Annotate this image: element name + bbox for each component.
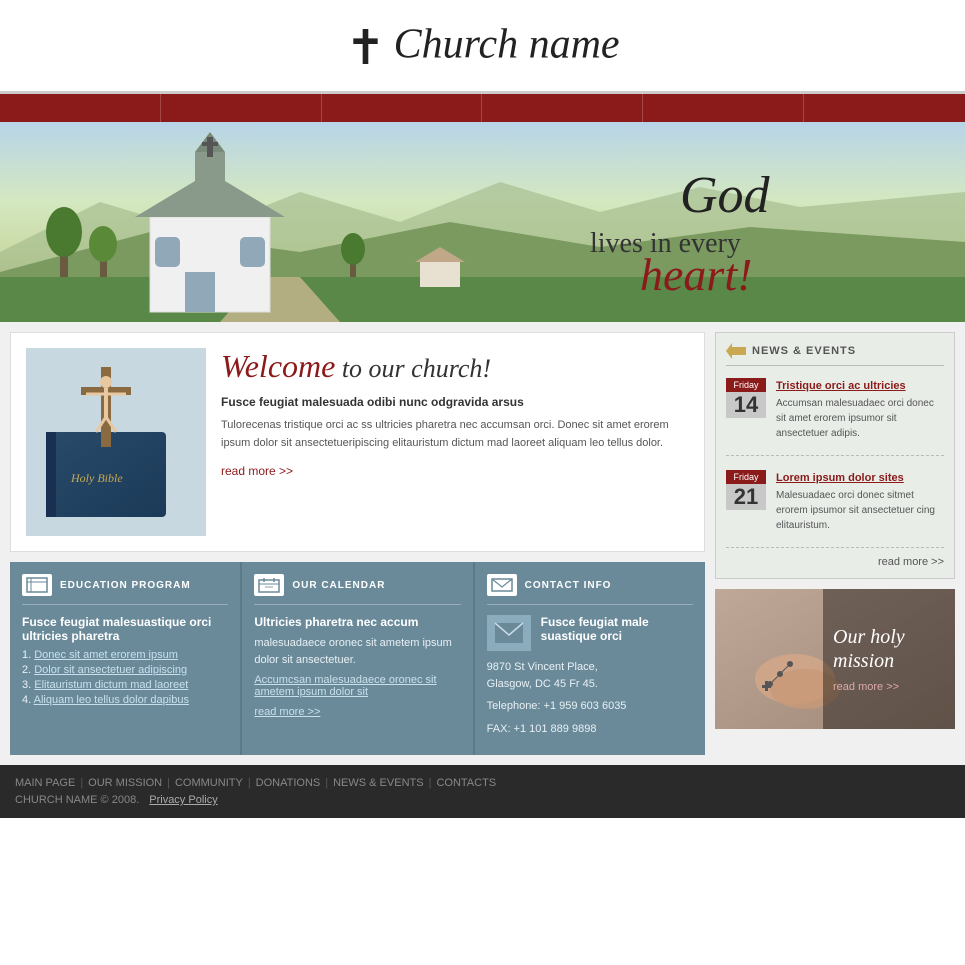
site-name: Church name (394, 22, 620, 68)
mission-read-more[interactable]: read more >> (833, 681, 899, 693)
footer-sep-3: | (248, 777, 251, 789)
calendar-title: OUR CALENDAR (292, 580, 385, 591)
education-icon (22, 574, 52, 596)
news-body-1: Accumsan malesuadaec orci donec sit amet… (776, 396, 944, 441)
contact-content: Fusce feugiat male suastique orci 9870 S… (487, 615, 693, 737)
footer-nav-our-mission[interactable]: OUR MISSION (88, 777, 162, 789)
site-title: ✝Church name (0, 20, 965, 76)
contact-fax: FAX: +1 101 889 9898 (487, 721, 693, 738)
news-day-label-1: Friday (726, 378, 766, 392)
news-date-1: Friday 14 (726, 378, 766, 441)
education-title: EDUCATION PROGRAM (60, 580, 191, 591)
svg-text:heart!: heart! (640, 249, 752, 300)
education-content: Fusce feugiat malesuastique orci ultrici… (22, 615, 228, 706)
news-item-2: Friday 21 Lorem ipsum dolor sites Malesu… (726, 470, 944, 548)
svg-text:Holy Bible: Holy Bible (70, 471, 123, 485)
nav-community[interactable] (322, 94, 483, 122)
mission-box: Our holy mission read more >> (715, 589, 955, 729)
footer-sep-1: | (80, 777, 83, 789)
footer-sep-4: | (325, 777, 328, 789)
cross-icon: ✝ (345, 22, 385, 75)
sidebar: NEWS & EVENTS Friday 14 Tristique orci a… (715, 332, 955, 755)
footer-nav: MAIN PAGE | OUR MISSION | COMMUNITY | DO… (15, 777, 950, 789)
left-content: Holy Bible Welcome to our church! F (10, 332, 705, 755)
nav-main-page[interactable] (0, 94, 161, 122)
welcome-subtitle: Fusce feugiat malesuada odibi nunc odgra… (221, 395, 689, 409)
footer-copyright: CHURCH NAME © 2008. (15, 794, 139, 806)
calendar-heading: Ultricies pharetra nec accum (254, 615, 460, 629)
welcome-read-more[interactable]: read more >> (221, 464, 293, 478)
bible-cross-illustration: Holy Bible (26, 352, 206, 532)
news-day-num-2: 21 (726, 484, 766, 510)
news-day-label-2: Friday (726, 470, 766, 484)
news-icon (726, 343, 746, 359)
main-content: Holy Bible Welcome to our church! F (0, 322, 965, 765)
news-title-1[interactable]: Tristique orci ac ultricies (776, 380, 906, 392)
footer-bottom: CHURCH NAME © 2008. Privacy Policy (15, 794, 950, 806)
calendar-header: OUR CALENDAR (254, 574, 460, 605)
footer-privacy-link[interactable]: Privacy Policy (149, 794, 217, 806)
nav-contacts[interactable] (804, 94, 965, 122)
welcome-section: Holy Bible Welcome to our church! F (10, 332, 705, 552)
nav-donations[interactable] (482, 94, 643, 122)
calendar-link[interactable]: Accumcsan malesuadaece oronec sit ametem… (254, 674, 436, 698)
edu-link-1: 1. Donec sit amet erorem ipsum (22, 649, 228, 661)
hero-illustration: God lives in every heart! (0, 122, 965, 322)
news-date-2: Friday 21 (726, 470, 766, 533)
contact-box: CONTACT INFO Fusce feugiat male suastiqu… (475, 562, 705, 755)
news-events-panel: NEWS & EVENTS Friday 14 Tristique orci a… (715, 332, 955, 579)
news-events-title: NEWS & EVENTS (752, 345, 856, 357)
main-nav (0, 94, 965, 122)
education-box: EDUCATION PROGRAM Fusce feugiat malesuas… (10, 562, 242, 755)
footer-nav-donations[interactable]: DONATIONS (256, 777, 321, 789)
news-body-2: Malesuadaec orci donec sitmet erorem ips… (776, 488, 944, 533)
news-title-2[interactable]: Lorem ipsum dolor sites (776, 472, 904, 484)
mission-title: Our holy mission (833, 625, 905, 673)
footer: MAIN PAGE | OUR MISSION | COMMUNITY | DO… (0, 765, 965, 818)
welcome-highlight: Welcome (221, 348, 335, 384)
calendar-box: OUR CALENDAR Ultricies pharetra nec accu… (242, 562, 474, 755)
footer-sep-5: | (429, 777, 432, 789)
welcome-title: Welcome to our church! (221, 348, 689, 385)
nav-our-mission[interactable] (161, 94, 322, 122)
calendar-content: Ultricies pharetra nec accum malesuadaec… (254, 615, 460, 718)
news-content-2: Lorem ipsum dolor sites Malesuadaec orci… (776, 470, 944, 533)
contact-address: 9870 St Vincent Place, Glasgow, DC 45 Fr… (487, 659, 693, 692)
news-events-header: NEWS & EVENTS (726, 343, 944, 366)
footer-nav-main-page[interactable]: MAIN PAGE (15, 777, 75, 789)
education-heading: Fusce feugiat malesuastique orci ultrici… (22, 615, 228, 643)
calendar-icon (254, 574, 284, 596)
education-links: 1. Donec sit amet erorem ipsum 2. Dolor … (22, 649, 228, 706)
contact-header: CONTACT INFO (487, 574, 693, 605)
edu-link-4: 4. Aliquam leo tellus dolor dapibus (22, 694, 228, 706)
education-header: EDUCATION PROGRAM (22, 574, 228, 605)
welcome-body: Tulorecenas tristique orci ac ss ultrici… (221, 417, 689, 452)
contact-heading: Fusce feugiat male suastique orci (541, 615, 693, 643)
calendar-body: malesuadaece oronec sit ametem ipsum dol… (254, 635, 460, 668)
news-day-num-1: 14 (726, 392, 766, 418)
contact-icon (487, 574, 517, 596)
welcome-image: Holy Bible (26, 348, 206, 536)
welcome-rest: to our church! (335, 354, 491, 383)
footer-nav-news-events[interactable]: NEWS & EVENTS (333, 777, 423, 789)
bottom-boxes: EDUCATION PROGRAM Fusce feugiat malesuas… (10, 562, 705, 755)
edu-link-3: 3. Elitauristum dictum mad laoreet (22, 679, 228, 691)
edu-link-2: 2. Dolor sit ansectetuer adipiscing (22, 664, 228, 676)
calendar-read-more[interactable]: read more >> (254, 706, 460, 718)
news-item-1: Friday 14 Tristique orci ac ultricies Ac… (726, 378, 944, 456)
contact-title: CONTACT INFO (525, 580, 612, 591)
footer-sep-2: | (167, 777, 170, 789)
sidebar-read-more[interactable]: read more >> (726, 556, 944, 568)
svg-text:God: God (680, 167, 771, 224)
contact-envelope-icon (487, 615, 531, 651)
welcome-text: Welcome to our church! Fusce feugiat mal… (221, 348, 689, 536)
mission-text-overlay: Our holy mission read more >> (823, 589, 955, 729)
hero-banner: God lives in every heart! (0, 122, 965, 322)
footer-nav-contacts[interactable]: CONTACTS (436, 777, 496, 789)
site-header: ✝Church name (0, 0, 965, 94)
news-content-1: Tristique orci ac ultricies Accumsan mal… (776, 378, 944, 441)
contact-telephone: Telephone: +1 959 603 6035 (487, 698, 693, 715)
footer-nav-community[interactable]: COMMUNITY (175, 777, 243, 789)
nav-news-events[interactable] (643, 94, 804, 122)
